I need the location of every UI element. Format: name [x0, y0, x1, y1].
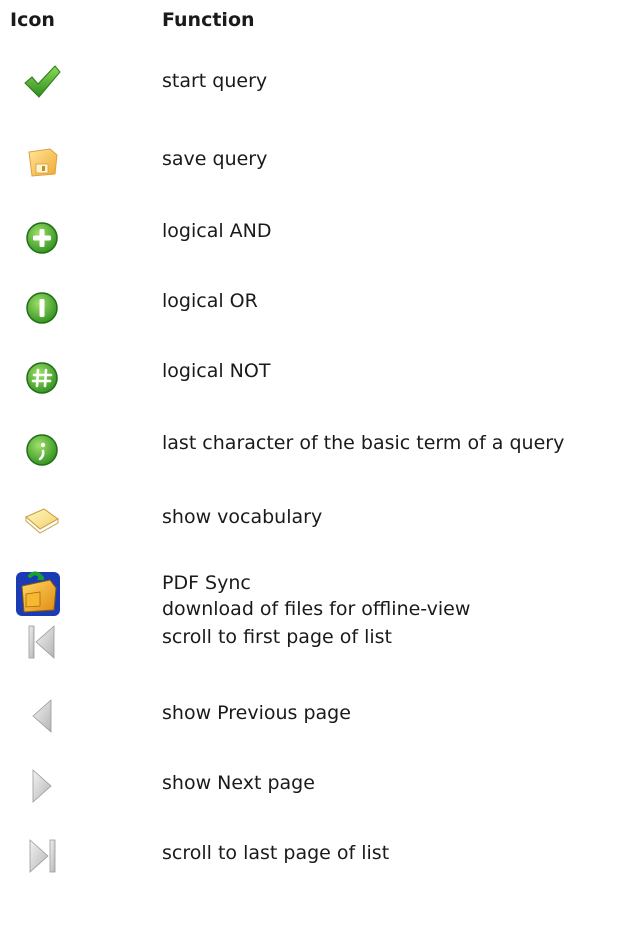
- legend-row-text: show Next page: [162, 772, 315, 794]
- save-icon: [18, 142, 66, 182]
- legend-row-text: save query: [162, 148, 268, 170]
- legend-row-text: last character of the basic term of a qu…: [162, 432, 565, 454]
- last-page-icon[interactable]: [18, 836, 66, 876]
- function-column-header: Function: [162, 9, 255, 31]
- first-page-icon[interactable]: [18, 622, 66, 662]
- legend-row-text: show vocabulary: [162, 506, 323, 528]
- legend-row-text: PDF Sync download of files for offline-v…: [162, 572, 471, 620]
- previous-page-icon[interactable]: [18, 696, 66, 736]
- legend-row-text: logical AND: [162, 220, 272, 242]
- icon-legend: Icon Function start query save query log…: [0, 0, 643, 938]
- legend-row-text: scroll to first page of list: [162, 626, 392, 648]
- legend-row-text: logical OR: [162, 290, 258, 312]
- pdf-sync-icon: [10, 566, 66, 622]
- next-page-icon[interactable]: [18, 766, 66, 806]
- legend-row-text: start query: [162, 70, 268, 92]
- checkmark-icon: [18, 62, 66, 102]
- hash-circle-icon: [18, 358, 66, 398]
- legend-row-text: show Previous page: [162, 702, 351, 724]
- legend-row-text: logical NOT: [162, 360, 271, 382]
- plus-circle-icon: [18, 218, 66, 258]
- bar-circle-icon: [18, 288, 66, 328]
- legend-header: Icon Function: [0, 9, 643, 41]
- book-icon: [18, 500, 66, 540]
- legend-row-text: scroll to last page of list: [162, 842, 390, 864]
- semicolon-circle-icon: [18, 430, 66, 470]
- icon-column-header: Icon: [10, 9, 55, 31]
